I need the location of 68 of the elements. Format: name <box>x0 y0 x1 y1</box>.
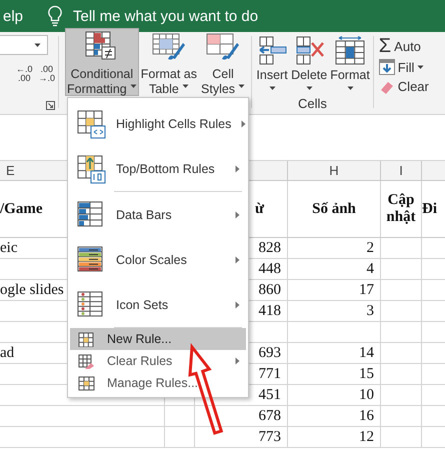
ribbon-button[interactable]: Insert <box>255 36 290 91</box>
table-cell: 3 <box>366 302 374 320</box>
table-cell: 17 <box>359 282 374 298</box>
group-label: Cells <box>298 96 327 113</box>
table-cell: 16 <box>359 408 374 424</box>
table-cell: ogle slides <box>0 282 64 298</box>
table-cell: 448 <box>258 260 281 278</box>
table-cell: 14 <box>359 344 374 362</box>
menu-item[interactable]: Top/Bottom Rules <box>70 146 246 191</box>
table-cell: 2 <box>366 240 374 256</box>
column-header[interactable]: E <box>6 163 15 178</box>
ribbon-button[interactable]: Delete <box>290 36 328 91</box>
clear-rules-icon <box>78 354 95 368</box>
table-cell: 10 <box>359 386 374 404</box>
menu-item[interactable]: Icon Sets <box>70 282 246 327</box>
decimal-button[interactable]: ←.0 .00 <box>16 65 33 83</box>
table-cell: 693 <box>258 344 281 362</box>
header-cell: /Game <box>0 200 42 218</box>
menu-item[interactable]: Highlight Cells Rules <box>70 101 246 146</box>
new-rule-icon <box>78 332 95 346</box>
table-cell: 15 <box>359 366 374 382</box>
table-cell: 451 <box>258 386 281 404</box>
manage-rules-icon <box>78 376 95 390</box>
column-header[interactable]: I <box>399 163 403 178</box>
column-header[interactable]: H <box>329 163 339 178</box>
table-cell: 773 <box>258 428 281 446</box>
ribbon-button[interactable]: Format as Table <box>138 28 200 96</box>
caret-icon <box>34 42 41 48</box>
caret-icon <box>238 84 246 89</box>
format-cells-icon <box>334 36 366 65</box>
caret-icon <box>346 86 354 91</box>
table-cell: 418 <box>258 302 281 320</box>
menu-item[interactable]: Data Bars <box>70 192 246 237</box>
ribbon-button[interactable]: Fill <box>378 59 429 75</box>
decimal-button[interactable]: .00 →.0 <box>38 65 56 83</box>
fill-down-icon <box>378 59 395 75</box>
table-cell: 12 <box>359 428 374 446</box>
header-cell-text: Cập nhật <box>385 192 417 226</box>
ribbon-button[interactable]: Σ Auto <box>378 36 429 56</box>
ribbon-button[interactable]: Cell Styles <box>199 28 248 96</box>
menu-item[interactable]: New Rule... <box>70 328 246 350</box>
table-cell: 678 <box>258 408 281 424</box>
ribbon-button[interactable]: Conditional Formatting <box>65 28 139 96</box>
tell-me-field[interactable]: Tell me what you want to do <box>73 8 258 24</box>
highlight-cells-icon <box>76 108 106 138</box>
header-cell: Số ảnh <box>312 200 356 218</box>
dialog-launcher-icon[interactable] <box>46 101 55 110</box>
top-bottom-icon <box>76 154 106 184</box>
caret-icon <box>306 86 313 91</box>
header-cell: Đi <box>422 200 437 218</box>
table-cell: 828 <box>258 240 281 256</box>
caret-icon <box>268 86 276 91</box>
menu-item[interactable]: Manage Rules... <box>70 372 246 394</box>
ribbon-button[interactable]: Clear <box>378 78 429 94</box>
table-cell: ad <box>0 344 14 362</box>
caret-icon <box>182 84 189 89</box>
ribbon-button[interactable]: Format <box>329 36 371 91</box>
table-cell: eic <box>0 240 18 256</box>
caret-icon <box>130 84 137 89</box>
table-cell: 860 <box>258 282 281 298</box>
table-cell: 4 <box>366 260 374 278</box>
header-cell: ừ <box>255 200 264 218</box>
menu-item[interactable]: Color Scales <box>70 237 246 282</box>
table-cell: 771 <box>258 366 281 382</box>
ribbon-tab[interactable]: elp <box>3 8 47 24</box>
menu-item[interactable]: Clear Rules <box>70 350 246 372</box>
caret-icon <box>417 64 424 70</box>
lightbulb-icon <box>47 5 63 27</box>
